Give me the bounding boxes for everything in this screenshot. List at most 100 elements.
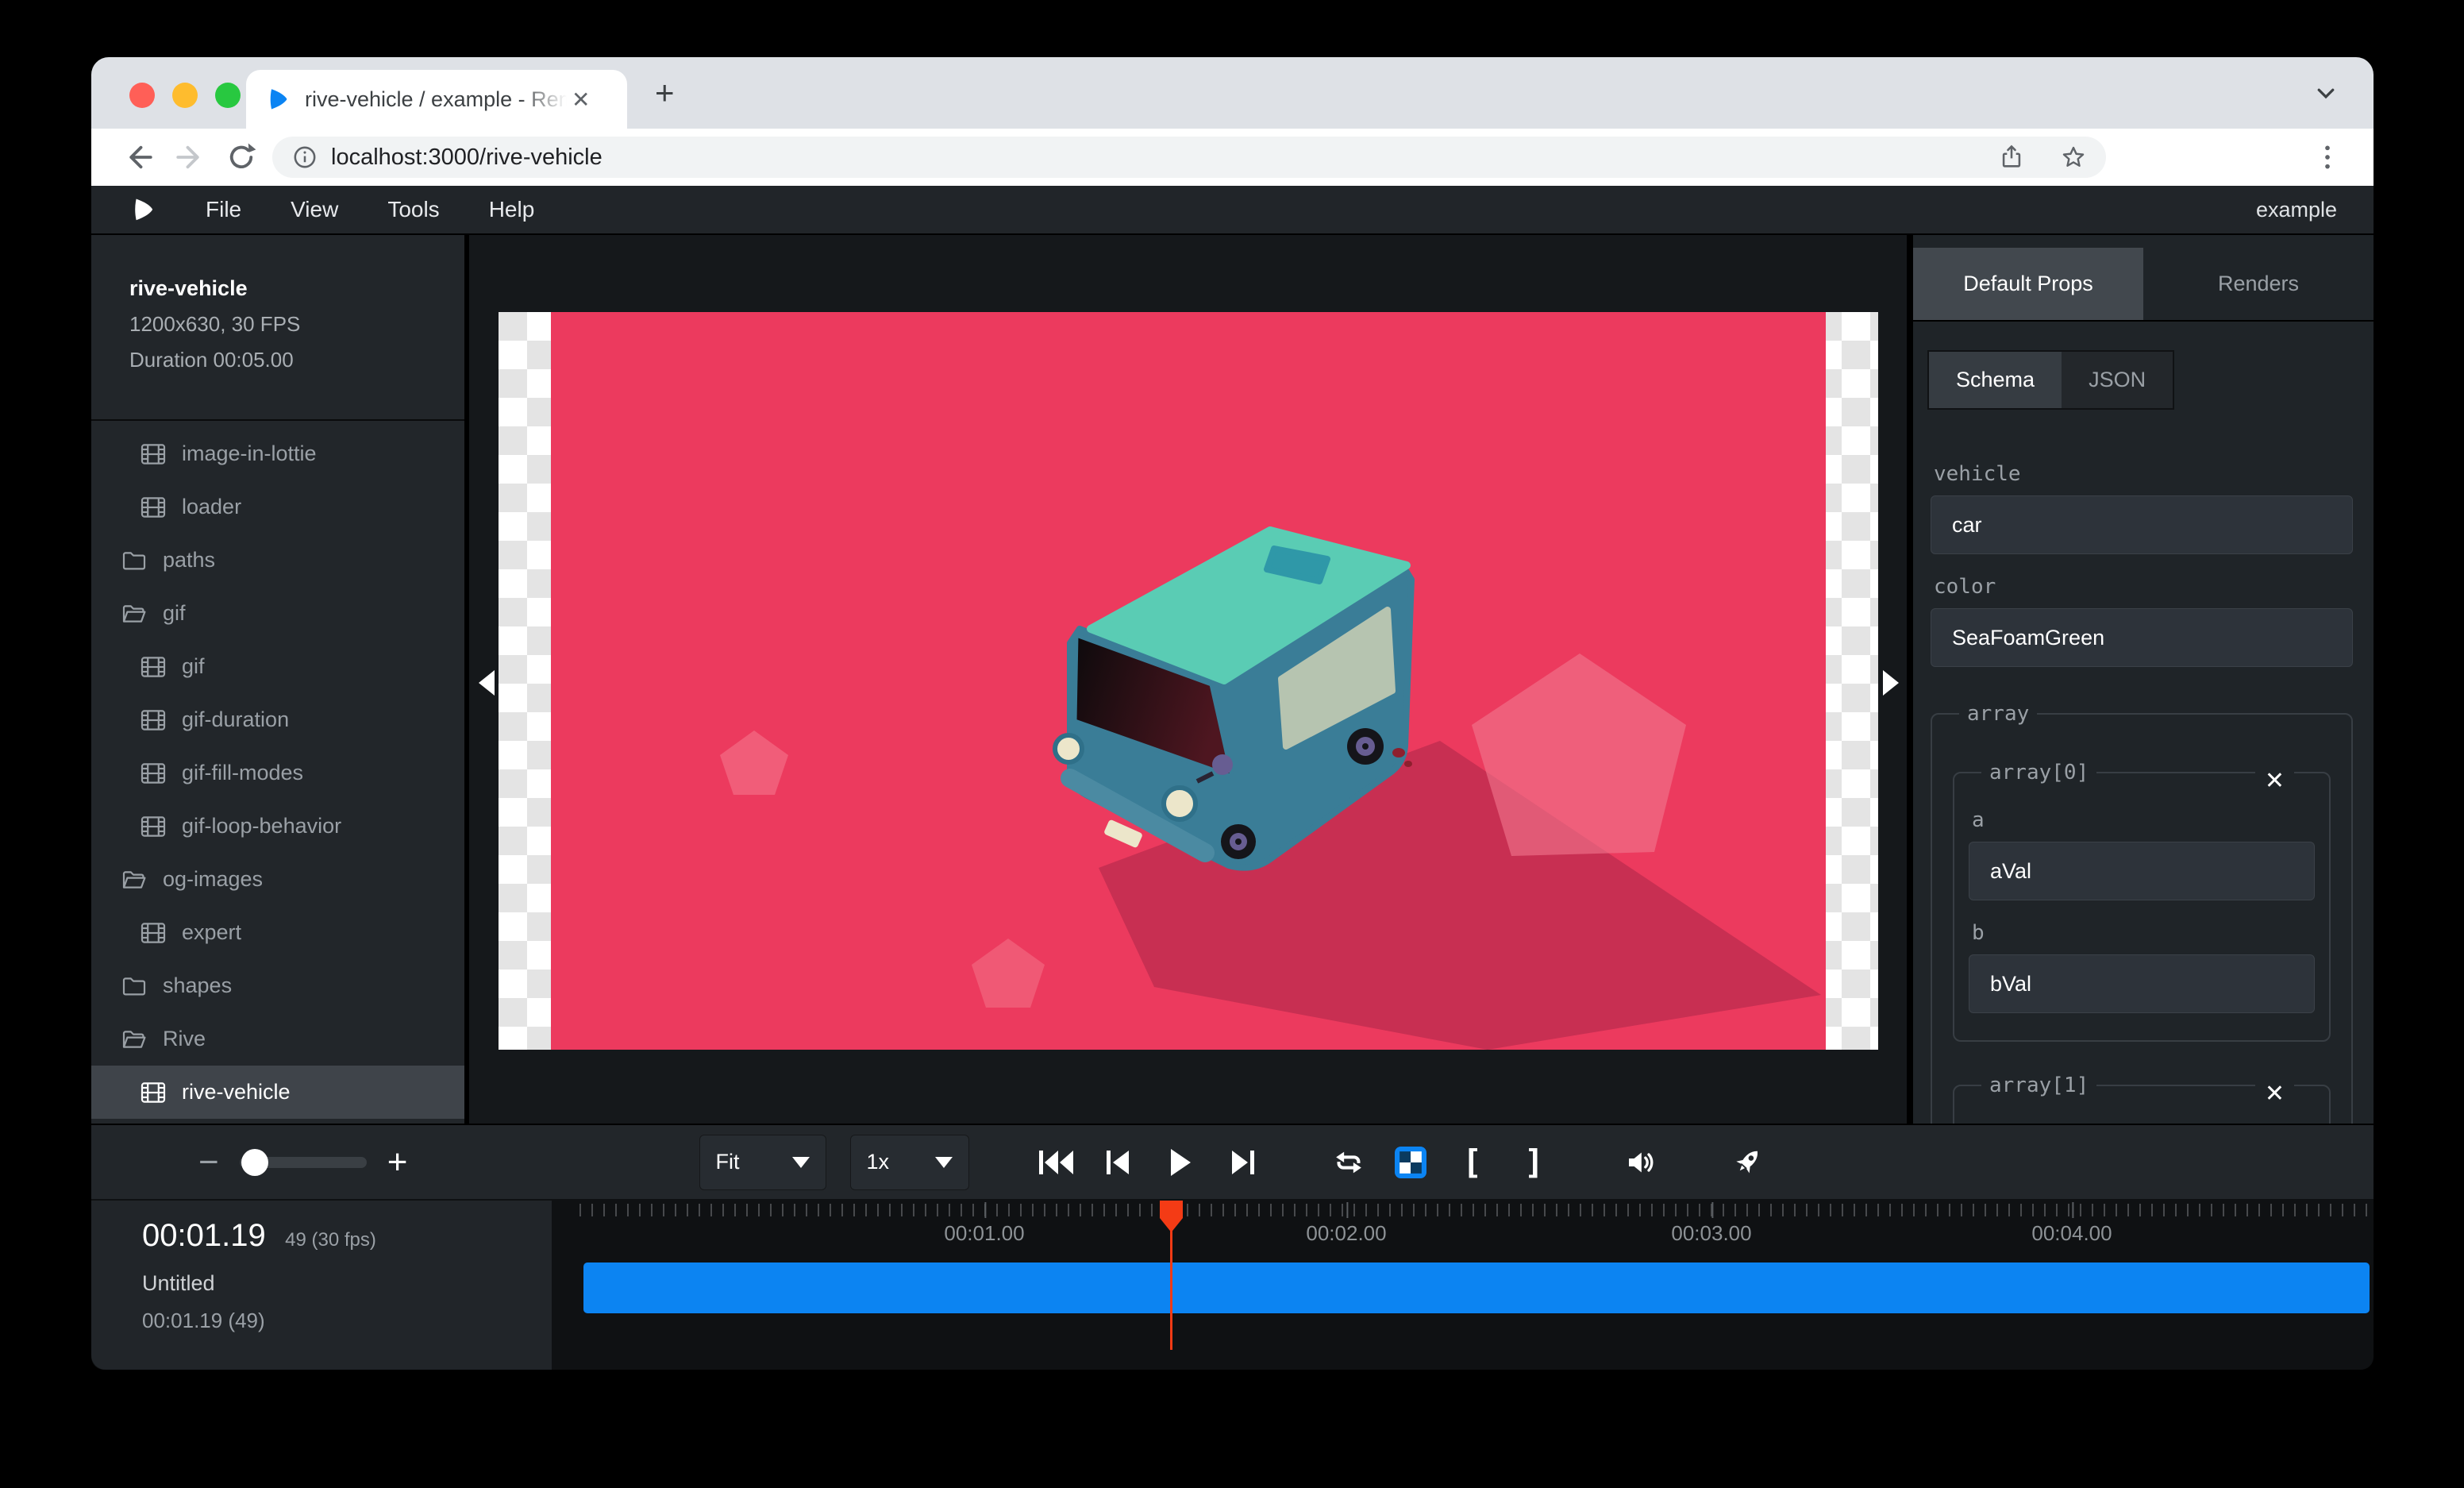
canvas-zoom-control: − +	[198, 1125, 407, 1199]
remove-array-1-button[interactable]: ✕	[2255, 1080, 2294, 1108]
folder-icon	[121, 973, 147, 999]
sidebar-item-og-images[interactable]: og-images	[91, 853, 464, 906]
loop-toggle-button[interactable]	[1330, 1143, 1368, 1182]
share-icon[interactable]	[1998, 144, 2025, 171]
jump-to-start-button[interactable]	[1038, 1143, 1076, 1182]
maximize-window-icon[interactable]	[215, 83, 241, 108]
zoom-in-button[interactable]: +	[387, 1143, 408, 1182]
tab-search-chevron-icon[interactable]	[2314, 81, 2338, 105]
in-marker-button[interactable]: [	[1453, 1143, 1492, 1182]
macos-traffic-lights	[129, 83, 241, 108]
track-duration: 00:01.19 (49)	[142, 1309, 552, 1333]
playback-speed-select[interactable]: 1x	[850, 1135, 969, 1190]
timeline-section: 00:01.19 49 (30 fps) Untitled 00:01.19 (…	[91, 1199, 2374, 1370]
segment-schema[interactable]: Schema	[1929, 352, 2062, 408]
film-icon	[141, 495, 166, 520]
field-label-vehicle: vehicle	[1934, 462, 2353, 486]
sidebar-item-gif[interactable]: gif	[91, 640, 464, 693]
array-legend: array	[1959, 702, 2037, 726]
reload-button[interactable]	[225, 141, 258, 174]
panel-divider[interactable]	[1907, 235, 1913, 1124]
url-text[interactable]: localhost:3000/rive-vehicle	[331, 145, 1998, 171]
tab-renders[interactable]: Renders	[2143, 248, 2374, 320]
collapse-panel-arrow-icon[interactable]	[1883, 670, 1899, 696]
project-name-label: example	[2256, 198, 2337, 222]
new-tab-button[interactable]: +	[655, 76, 675, 110]
zoom-out-button[interactable]: −	[198, 1143, 219, 1182]
sidebar-item-loader[interactable]: loader	[91, 480, 464, 534]
browser-menu-icon[interactable]	[2312, 141, 2343, 173]
play-button[interactable]	[1161, 1143, 1199, 1182]
collapse-sidebar-arrow-icon[interactable]	[479, 670, 495, 696]
menu-help[interactable]: Help	[489, 197, 535, 222]
preview-area	[469, 235, 1907, 1124]
menu-file[interactable]: File	[206, 197, 241, 222]
props-tabs: Default Props Renders	[1913, 248, 2374, 322]
jump-to-end-button[interactable]	[1223, 1143, 1261, 1182]
video-canvas	[499, 312, 1878, 1050]
volume-button[interactable]	[1622, 1143, 1660, 1182]
playback-controls-bar: − + Fit 1x	[91, 1124, 2374, 1199]
sidebar-item-gif-folder[interactable]: gif	[91, 587, 464, 640]
browser-titlebar: rive-vehicle / example - Remoti ✕ +	[91, 57, 2374, 129]
sidebar-item-rive-vehicle[interactable]: rive-vehicle	[91, 1066, 464, 1119]
forward-button[interactable]	[174, 141, 207, 174]
segment-json[interactable]: JSON	[2062, 352, 2173, 408]
array-fieldset: array array[0] ✕ a b array[1] ✕ a	[1931, 702, 2353, 1124]
array-0-legend: array[0]	[1981, 761, 2096, 784]
vehicle-illustration	[551, 312, 1826, 1050]
props-form: vehicle color array array[0] ✕ a b	[1913, 410, 2374, 1124]
sidebar-item-paths[interactable]: paths	[91, 534, 464, 587]
remotion-logo-icon[interactable]	[128, 195, 156, 224]
right-panel: Default Props Renders Schema JSON vehicl…	[1913, 235, 2374, 1124]
remove-array-0-button[interactable]: ✕	[2255, 767, 2294, 796]
composition-resolution: 1200x630, 30 FPS	[129, 312, 464, 337]
back-button[interactable]	[121, 141, 155, 174]
compositions-sidebar: rive-vehicle 1200x630, 30 FPS Duration 0…	[91, 235, 464, 1124]
timeline-ruler[interactable]: 00:01.00 00:02.00 00:03.00 00:04.00	[579, 1199, 2374, 1247]
close-window-icon[interactable]	[129, 83, 155, 108]
previous-frame-button[interactable]	[1099, 1143, 1138, 1182]
color-input[interactable]	[1931, 608, 2353, 667]
menu-view[interactable]: View	[291, 197, 338, 222]
render-rocket-button[interactable]	[1728, 1143, 1766, 1182]
sidebar-item-expert[interactable]: expert	[91, 906, 464, 959]
sidebar-item-gif-duration[interactable]: gif-duration	[91, 693, 464, 746]
sidebar-item-shapes[interactable]: shapes	[91, 959, 464, 1012]
zoom-slider-handle[interactable]	[241, 1149, 268, 1176]
browser-tab[interactable]: rive-vehicle / example - Remoti ✕	[246, 70, 627, 129]
vehicle-input[interactable]	[1931, 495, 2353, 554]
tab-close-icon[interactable]: ✕	[572, 87, 590, 113]
zoom-slider[interactable]	[240, 1157, 367, 1168]
array-0-a-input[interactable]	[1969, 842, 2315, 900]
composition-list: image-in-lottie loader paths gif gif gif…	[91, 421, 464, 1124]
minimize-window-icon[interactable]	[172, 83, 198, 108]
field-label-color: color	[1934, 575, 2353, 599]
sidebar-item-gif-loop-behavior[interactable]: gif-loop-behavior	[91, 800, 464, 853]
out-marker-button[interactable]: ]	[1515, 1143, 1553, 1182]
sidebar-item-rive[interactable]: Rive	[91, 1012, 464, 1066]
array-1-legend: array[1]	[1981, 1074, 2096, 1097]
address-bar[interactable]: localhost:3000/rive-vehicle	[272, 137, 2106, 178]
composition-duration: Duration 00:05.00	[129, 348, 464, 372]
transport-controls: Fit 1x	[699, 1135, 1766, 1190]
tab-title: rive-vehicle / example - Remoti	[305, 87, 567, 112]
ruler-label: 00:04.00	[2031, 1221, 2112, 1246]
remotion-favicon-icon	[264, 86, 291, 113]
frame-counter: 49 (30 fps)	[285, 1229, 376, 1251]
fit-select[interactable]: Fit	[699, 1135, 826, 1190]
transparency-checkerboard-button[interactable]	[1392, 1143, 1430, 1182]
ruler-label: 00:01.00	[944, 1221, 1024, 1246]
array-0-b-input[interactable]	[1969, 954, 2315, 1013]
menu-tools[interactable]: Tools	[387, 197, 439, 222]
app-menu-bar: File View Tools Help example	[91, 186, 2374, 235]
browser-window: rive-vehicle / example - Remoti ✕ + loca…	[91, 57, 2374, 1370]
timeline-track-bar[interactable]	[583, 1262, 2370, 1313]
sidebar-item-gif-fill-modes[interactable]: gif-fill-modes	[91, 746, 464, 800]
bookmark-star-icon[interactable]	[2060, 144, 2087, 171]
sidebar-item-image-in-lottie[interactable]: image-in-lottie	[91, 427, 464, 480]
array-1-fieldset: array[1] ✕ a b	[1953, 1074, 2331, 1124]
site-info-icon[interactable]	[291, 144, 318, 171]
field-label-b: b	[1972, 921, 2315, 945]
tab-default-props[interactable]: Default Props	[1913, 248, 2143, 320]
